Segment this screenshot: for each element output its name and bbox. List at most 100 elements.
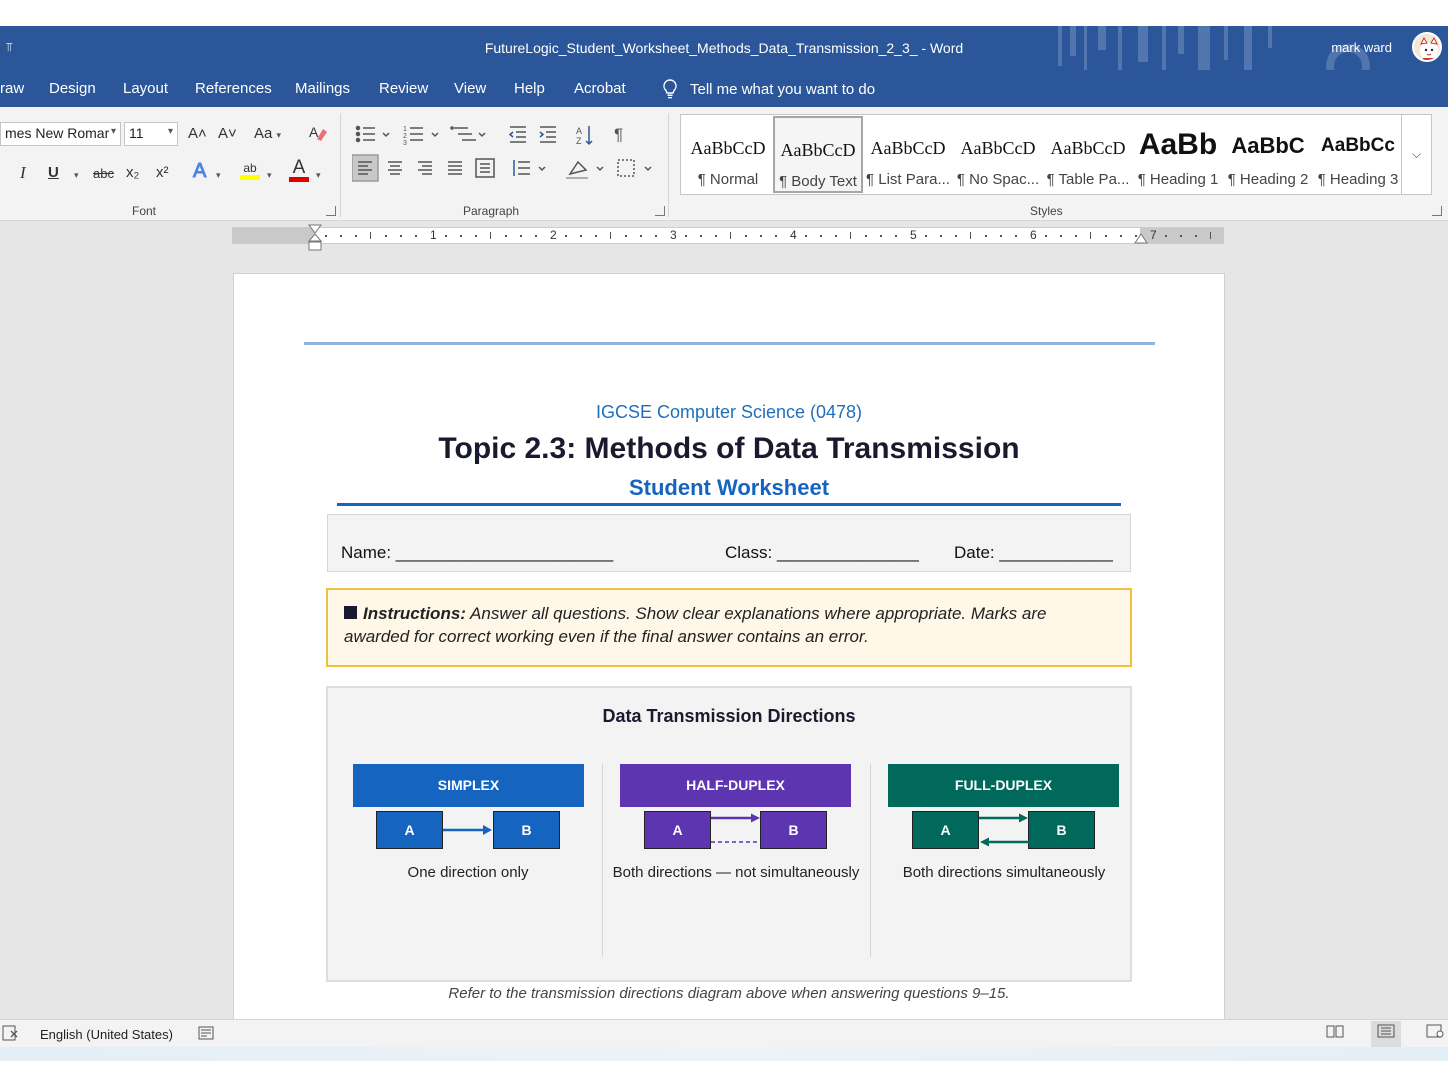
right-indent-marker-icon[interactable] <box>1134 233 1148 245</box>
subscript-button[interactable]: x₂ <box>126 163 139 183</box>
half-duplex-description: Both directions — not simultaneously <box>612 864 860 881</box>
style-name: ¶ Heading 2 <box>1227 171 1309 188</box>
shading-button[interactable] <box>564 155 606 181</box>
decrease-indent-button[interactable] <box>506 121 530 147</box>
ruler-tick <box>610 232 611 239</box>
ruler-dot <box>1195 235 1197 237</box>
style-list-paragraph[interactable]: AaBbCcD ¶ List Para... <box>863 116 953 193</box>
superscript-button[interactable]: x² <box>156 163 169 183</box>
tab-help[interactable]: Help <box>514 80 545 97</box>
user-avatar[interactable] <box>1412 32 1442 62</box>
tab-review[interactable]: Review <box>379 80 428 97</box>
style-heading-2[interactable]: AaBbC ¶ Heading 2 <box>1223 116 1313 193</box>
text-effects-button[interactable]: A <box>192 161 206 182</box>
align-center-button[interactable] <box>382 155 408 181</box>
chevron-down-icon[interactable]: ▾ <box>216 165 221 185</box>
font-dialog-launcher[interactable] <box>326 206 336 216</box>
line-spacing-button[interactable] <box>508 155 548 181</box>
justify-button[interactable] <box>442 155 468 181</box>
style-preview: AaBbCc <box>1321 135 1395 156</box>
sort-button[interactable] <box>572 121 598 147</box>
full-duplex-node-b: B <box>1028 811 1095 849</box>
language-indicator[interactable]: English (United States) <box>40 1027 173 1042</box>
student-details-box: Name: _______________________ Class: ___… <box>327 514 1131 572</box>
italic-button[interactable]: I <box>20 163 26 183</box>
svg-text:A: A <box>309 124 319 140</box>
tab-mailings[interactable]: Mailings <box>295 80 350 97</box>
grow-font-button[interactable]: A˄ <box>188 124 207 144</box>
ruler-dot <box>385 235 387 237</box>
chevron-down-icon: ▾ <box>110 126 116 137</box>
clear-formatting-button[interactable]: A <box>308 123 328 149</box>
user-name[interactable]: mark ward <box>1331 40 1392 55</box>
indent-marker-icon[interactable] <box>306 224 324 252</box>
styles-dialog-launcher[interactable] <box>1432 206 1442 216</box>
styles-more-button[interactable]: ⌵ <box>1401 115 1431 194</box>
style-heading-1[interactable]: AaBb ¶ Heading 1 <box>1133 116 1223 193</box>
style-table-paragraph[interactable]: AaBbCcD ¶ Table Pa... <box>1043 116 1133 193</box>
paragraph-dialog-launcher[interactable] <box>655 206 665 216</box>
document-title: FutureLogic_Student_Worksheet_Methods_Da… <box>484 40 964 56</box>
style-normal[interactable]: AaBbCcD ¶ Normal <box>683 116 773 193</box>
chevron-down-icon[interactable]: ▾ <box>74 165 79 185</box>
font-color-button[interactable]: A <box>289 158 309 182</box>
date-field[interactable]: Date: ____________ <box>954 543 1113 563</box>
tab-acrobat[interactable]: Acrobat <box>574 80 626 97</box>
ruler-dot <box>1060 235 1062 237</box>
document-workspace[interactable]: IGCSE Computer Science (0478) Topic 2.3:… <box>0 251 1448 1019</box>
print-layout-button[interactable] <box>1371 1021 1401 1047</box>
style-no-spacing[interactable]: AaBbCcD ¶ No Spac... <box>953 116 1043 193</box>
style-name: ¶ Body Text <box>779 173 857 190</box>
ruler-number: 4 <box>790 228 797 242</box>
chevron-down-icon[interactable]: ▾ <box>316 165 321 185</box>
full-duplex-arrows-icon <box>979 813 1029 847</box>
simplex-node-a: A <box>376 811 443 849</box>
align-left-button[interactable] <box>352 155 378 181</box>
web-layout-button[interactable] <box>1420 1021 1448 1047</box>
document-page[interactable]: IGCSE Computer Science (0478) Topic 2.3:… <box>233 273 1225 1019</box>
full-duplex-header: FULL-DUPLEX <box>888 764 1119 807</box>
ruler-dot <box>595 235 597 237</box>
distributed-button[interactable] <box>472 155 498 181</box>
class-field[interactable]: Class: _______________ <box>725 543 919 563</box>
book-icon <box>1326 1025 1344 1038</box>
numbering-button[interactable] <box>400 121 440 147</box>
increase-indent-button[interactable] <box>536 121 560 147</box>
underline-button[interactable]: U <box>48 163 59 183</box>
proofing-icon[interactable] <box>2 1025 20 1041</box>
align-right-button[interactable] <box>412 155 438 181</box>
tab-references[interactable]: References <box>195 80 272 97</box>
borders-button[interactable] <box>614 155 656 181</box>
style-name: ¶ Table Pa... <box>1046 171 1130 188</box>
accessibility-icon[interactable] <box>198 1025 214 1041</box>
ruler-tick <box>850 232 851 239</box>
style-heading-3[interactable]: AaBbCc ¶ Heading 3 <box>1313 116 1403 193</box>
tell-me-search[interactable]: Tell me what you want to do <box>662 79 875 99</box>
style-preview: AaBbCcD <box>780 140 856 160</box>
font-name-box[interactable]: mes New Romar ▾ <box>0 122 121 146</box>
tab-draw[interactable]: raw <box>0 80 24 97</box>
horizontal-ruler[interactable]: 1 2 3 4 5 6 7 <box>232 227 1224 244</box>
ruler-tick <box>730 232 731 239</box>
tell-me-label: Tell me what you want to do <box>690 80 876 98</box>
style-body-text[interactable]: AaBbCcD ¶ Body Text <box>773 116 863 193</box>
simplex-header: SIMPLEX <box>353 764 584 807</box>
font-size-box[interactable]: 11 ▾ <box>124 122 178 146</box>
multilevel-list-button[interactable] <box>448 121 488 147</box>
bullets-button[interactable] <box>352 121 390 147</box>
highlight-button[interactable]: ab <box>240 161 260 180</box>
ruler-dot <box>1165 235 1167 237</box>
tab-layout[interactable]: Layout <box>123 80 168 97</box>
read-mode-button[interactable] <box>1320 1021 1350 1047</box>
strikethrough-button[interactable]: abc <box>93 164 114 184</box>
tab-design[interactable]: Design <box>49 80 96 97</box>
ruler-number: 1 <box>430 228 437 242</box>
ruler-dot <box>1015 235 1017 237</box>
chevron-down-icon[interactable]: ▾ <box>267 165 272 185</box>
show-formatting-marks-button[interactable] <box>610 121 632 147</box>
change-case-button[interactable]: Aa ▾ <box>254 124 281 145</box>
tab-view[interactable]: View <box>454 80 486 97</box>
name-field[interactable]: Name: _______________________ <box>341 543 613 563</box>
half-duplex-node-a: A <box>644 811 711 849</box>
shrink-font-button[interactable]: A˅ <box>218 124 237 144</box>
